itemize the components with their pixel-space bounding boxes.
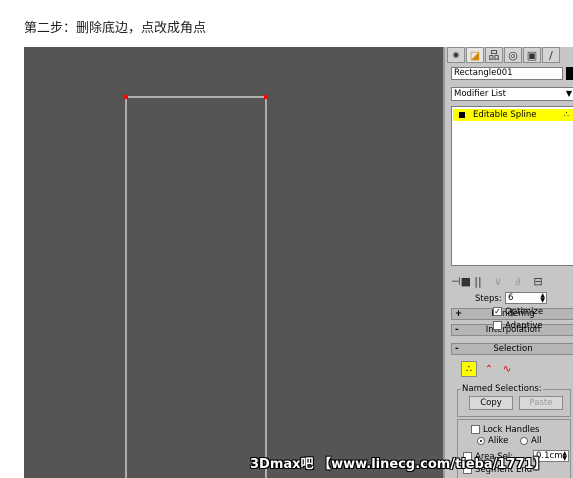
steps-value: 6 (508, 293, 514, 303)
create-icon[interactable]: ✷ (447, 47, 465, 63)
rollout-sign: - (455, 344, 459, 354)
steps-label: Steps: (475, 294, 502, 304)
hierarchy-icon[interactable]: 品 (485, 47, 503, 63)
spinner-arrows-icon[interactable]: ▲ ▼ (540, 293, 545, 304)
vertex-top-left (124, 95, 128, 99)
all-radio[interactable] (520, 437, 528, 445)
stack-toolbar: ⊣■ || ∨ ∂ ⊟ (451, 274, 573, 288)
watermark: 3Dmax吧 【www.linecg.com/tieba/1771】 (250, 457, 547, 472)
command-panel: ✷ ◪ 品 ◎ ▣ / Rectangle001 Modifier List ▼… (443, 47, 573, 478)
vertex-selection-icon[interactable]: ∴ (461, 361, 477, 377)
lock-handles-checkbox[interactable] (471, 425, 480, 434)
step-caption: 第二步：删除底边，点改成角点 (24, 21, 207, 36)
make-unique-icon[interactable]: ∨ (491, 275, 505, 288)
stack-item-editable-spline[interactable]: Editable Spline ∴ (453, 109, 573, 121)
optimize-checkbox[interactable]: ✓ (493, 307, 502, 316)
configure-sets-icon[interactable]: ⊟ (531, 275, 545, 288)
object-color-swatch[interactable] (566, 67, 573, 80)
alike-radio[interactable] (477, 437, 485, 445)
steps-spinner[interactable]: 6 ▲ ▼ (505, 292, 547, 304)
rectangle-spline (125, 96, 267, 478)
chevron-down-icon: ▼ (565, 89, 572, 98)
spline-selection-icon[interactable]: ∿ (499, 361, 515, 377)
alike-label: Alike (488, 436, 509, 446)
rollout-sign: - (455, 325, 459, 335)
modify-icon[interactable]: ◪ (466, 47, 484, 63)
modifier-list-label: Modifier List (454, 89, 506, 99)
adaptive-label: Adaptive (505, 321, 543, 331)
rollout-title: Selection (493, 344, 533, 354)
paste-button[interactable]: Paste (519, 396, 563, 410)
adaptive-checkbox[interactable] (493, 321, 502, 330)
copy-button[interactable]: Copy (469, 396, 513, 410)
viewport[interactable] (24, 47, 443, 478)
command-panel-tabs: ✷ ◪ 品 ◎ ▣ / (447, 47, 560, 63)
rollout-selection[interactable]: - Selection (451, 343, 573, 355)
all-label: All (531, 436, 542, 446)
spline-drawing (124, 95, 268, 478)
modifier-stack[interactable]: Editable Spline ∴ (451, 106, 573, 266)
spinner-arrows-icon[interactable]: ▲ ▼ (562, 451, 567, 462)
utilities-icon[interactable]: / (542, 47, 560, 63)
segment-selection-icon[interactable]: ⌃ (481, 361, 497, 377)
pin-stack-icon[interactable]: ⊣■ (451, 275, 471, 288)
vertex-top-right (264, 95, 268, 99)
show-end-result-icon[interactable]: || (471, 275, 485, 288)
named-selections-label: Named Selections: (461, 384, 543, 394)
sub-object-dots-icon: ∴ (563, 110, 569, 119)
remove-modifier-icon[interactable]: ∂ (511, 275, 525, 288)
motion-icon[interactable]: ◎ (504, 47, 522, 63)
stack-item-label: Editable Spline (473, 110, 537, 120)
rollout-sign: + (455, 309, 463, 319)
display-icon[interactable]: ▣ (523, 47, 541, 63)
object-name-field[interactable]: Rectangle001 (451, 67, 563, 80)
lock-handles-label: Lock Handles (483, 425, 540, 435)
optimize-label: Optimize (505, 307, 544, 317)
expand-box-icon[interactable] (459, 112, 465, 118)
modifier-list-dropdown[interactable]: Modifier List ▼ (451, 87, 573, 101)
